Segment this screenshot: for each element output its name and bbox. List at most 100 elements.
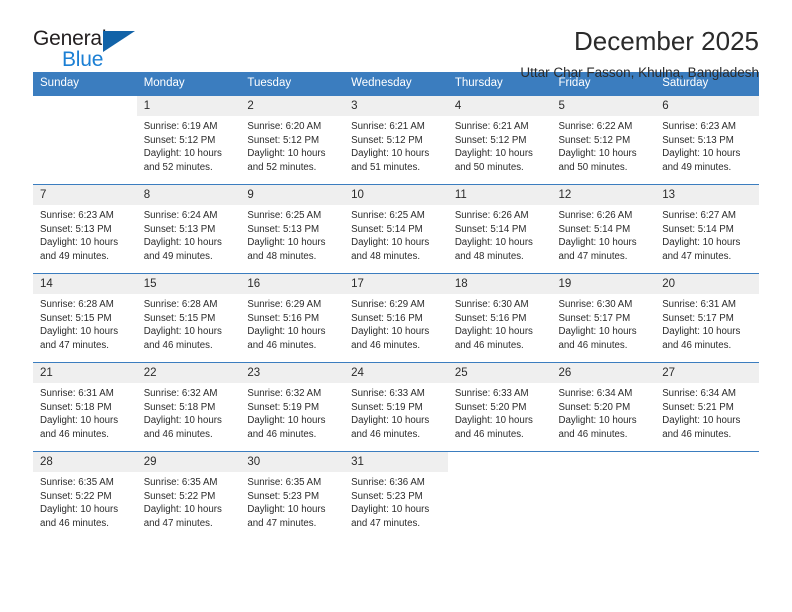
calendar-day-cell[interactable]: 26 Sunrise: 6:34 AM Sunset: 5:20 PM Dayl… <box>551 362 656 452</box>
calendar-day-cell[interactable] <box>447 451 552 540</box>
calendar-day-cell[interactable]: 23 Sunrise: 6:32 AM Sunset: 5:19 PM Dayl… <box>240 362 345 452</box>
day-number: 1 <box>136 96 241 116</box>
calendar-day-cell[interactable]: 1 Sunrise: 6:19 AM Sunset: 5:12 PM Dayli… <box>136 95 241 185</box>
day-details: Sunrise: 6:32 AM Sunset: 5:19 PM Dayligh… <box>240 383 344 441</box>
calendar-day-cell[interactable]: 13 Sunrise: 6:27 AM Sunset: 5:14 PM Dayl… <box>655 184 759 274</box>
sunset-text: Sunset: 5:19 PM <box>351 401 423 413</box>
sunset-text: Sunset: 5:12 PM <box>143 134 216 146</box>
calendar-day-cell[interactable]: 5 Sunrise: 6:22 AM Sunset: 5:12 PM Dayli… <box>551 95 656 185</box>
sunrise-text: Sunrise: 6:32 AM <box>143 388 218 399</box>
daylight-line2: and 46 minutes. <box>454 428 524 440</box>
calendar-day-cell[interactable]: 14 Sunrise: 6:28 AM Sunset: 5:15 PM Dayl… <box>33 273 137 363</box>
calendar-day-cell[interactable]: 20 Sunrise: 6:31 AM Sunset: 5:17 PM Dayl… <box>655 273 759 363</box>
calendar-day-cell[interactable]: 27 Sunrise: 6:34 AM Sunset: 5:21 PM Dayl… <box>655 362 759 452</box>
daylight-line1: Daylight: 10 hours <box>40 415 119 427</box>
daylight-line1: Daylight: 10 hours <box>662 326 741 338</box>
daylight-line2: and 50 minutes. <box>454 161 524 173</box>
sunset-text: Sunset: 5:13 PM <box>662 134 734 146</box>
daylight-line1: Daylight: 10 hours <box>143 326 222 338</box>
calendar-day-cell[interactable]: 18 Sunrise: 6:30 AM Sunset: 5:16 PM Dayl… <box>447 273 552 363</box>
calendar-day-cell[interactable]: 17 Sunrise: 6:29 AM Sunset: 5:16 PM Dayl… <box>344 273 448 363</box>
day-number: 6 <box>655 96 759 116</box>
sunset-text: Sunset: 5:13 PM <box>247 223 320 235</box>
day-number <box>33 96 137 110</box>
day-cell-content: 16 Sunrise: 6:29 AM Sunset: 5:16 PM Dayl… <box>240 274 345 362</box>
daylight-line1: Daylight: 10 hours <box>351 237 430 249</box>
daylight-line1: Daylight: 10 hours <box>351 148 430 160</box>
day-cell-content: 18 Sunrise: 6:30 AM Sunset: 5:16 PM Dayl… <box>447 274 552 362</box>
daylight-line2: and 49 minutes. <box>40 250 109 262</box>
calendar-day-cell[interactable]: 25 Sunrise: 6:33 AM Sunset: 5:20 PM Dayl… <box>447 362 552 452</box>
calendar-day-cell[interactable]: 28 Sunrise: 6:35 AM Sunset: 5:22 PM Dayl… <box>33 451 137 540</box>
day-details: Sunrise: 6:33 AM Sunset: 5:20 PM Dayligh… <box>448 383 552 441</box>
day-details: Sunrise: 6:35 AM Sunset: 5:23 PM Dayligh… <box>240 472 344 530</box>
weekday-header-tuesday: Tuesday <box>240 72 345 96</box>
day-cell-content: 11 Sunrise: 6:26 AM Sunset: 5:14 PM Dayl… <box>447 185 552 273</box>
calendar-day-cell[interactable]: 22 Sunrise: 6:32 AM Sunset: 5:18 PM Dayl… <box>136 362 241 452</box>
day-number: 13 <box>655 185 759 205</box>
sunset-text: Sunset: 5:16 PM <box>247 312 320 324</box>
daylight-line2: and 46 minutes. <box>662 428 732 440</box>
calendar-day-cell[interactable]: 7 Sunrise: 6:23 AM Sunset: 5:13 PM Dayli… <box>33 184 137 274</box>
day-number <box>655 452 759 466</box>
calendar-day-cell[interactable]: 19 Sunrise: 6:30 AM Sunset: 5:17 PM Dayl… <box>551 273 656 363</box>
sunrise-text: Sunrise: 6:30 AM <box>558 299 633 310</box>
calendar-day-cell[interactable]: 12 Sunrise: 6:26 AM Sunset: 5:14 PM Dayl… <box>551 184 656 274</box>
sunrise-text: Sunrise: 6:31 AM <box>662 299 736 310</box>
daylight-line2: and 46 minutes. <box>40 428 109 440</box>
calendar-day-cell[interactable]: 21 Sunrise: 6:31 AM Sunset: 5:18 PM Dayl… <box>33 362 137 452</box>
day-details <box>448 466 552 470</box>
day-cell-content: 8 Sunrise: 6:24 AM Sunset: 5:13 PM Dayli… <box>136 185 241 273</box>
calendar-day-cell[interactable] <box>551 451 656 540</box>
calendar-day-cell[interactable]: 10 Sunrise: 6:25 AM Sunset: 5:14 PM Dayl… <box>344 184 448 274</box>
daylight-line1: Daylight: 10 hours <box>558 148 637 160</box>
weekday-header-monday: Monday <box>136 72 241 96</box>
day-cell-content: 27 Sunrise: 6:34 AM Sunset: 5:21 PM Dayl… <box>655 363 759 451</box>
day-cell-content: 21 Sunrise: 6:31 AM Sunset: 5:18 PM Dayl… <box>33 363 137 451</box>
generalblue-logo[interactable]: General Blue <box>33 26 153 71</box>
logo-text-blue: Blue <box>62 48 104 71</box>
sunset-text: Sunset: 5:15 PM <box>40 312 112 324</box>
day-number: 30 <box>240 452 345 472</box>
calendar-day-cell[interactable]: 8 Sunrise: 6:24 AM Sunset: 5:13 PM Dayli… <box>136 184 241 274</box>
day-number: 9 <box>240 185 345 205</box>
day-details: Sunrise: 6:31 AM Sunset: 5:17 PM Dayligh… <box>655 294 759 352</box>
sunrise-text: Sunrise: 6:28 AM <box>40 299 114 310</box>
calendar-day-cell[interactable] <box>33 95 137 185</box>
weekday-header-sunday: Sunday <box>33 72 137 96</box>
daylight-line2: and 46 minutes. <box>454 339 524 351</box>
day-details: Sunrise: 6:28 AM Sunset: 5:15 PM Dayligh… <box>137 294 241 352</box>
daylight-line1: Daylight: 10 hours <box>247 504 326 516</box>
calendar-day-cell[interactable]: 29 Sunrise: 6:35 AM Sunset: 5:22 PM Dayl… <box>136 451 241 540</box>
calendar-day-cell[interactable]: 3 Sunrise: 6:21 AM Sunset: 5:12 PM Dayli… <box>344 95 448 185</box>
calendar-day-cell[interactable]: 16 Sunrise: 6:29 AM Sunset: 5:16 PM Dayl… <box>240 273 345 363</box>
day-number: 14 <box>33 274 137 294</box>
daylight-line2: and 46 minutes. <box>143 339 213 351</box>
logo-text-general: General <box>33 27 107 50</box>
calendar-day-cell[interactable]: 9 Sunrise: 6:25 AM Sunset: 5:13 PM Dayli… <box>240 184 345 274</box>
daylight-line1: Daylight: 10 hours <box>454 148 533 160</box>
day-number: 28 <box>33 452 137 472</box>
day-details: Sunrise: 6:30 AM Sunset: 5:17 PM Dayligh… <box>552 294 656 352</box>
calendar-day-cell[interactable]: 11 Sunrise: 6:26 AM Sunset: 5:14 PM Dayl… <box>447 184 552 274</box>
day-cell-content: 31 Sunrise: 6:36 AM Sunset: 5:23 PM Dayl… <box>344 452 448 540</box>
calendar-day-cell[interactable]: 15 Sunrise: 6:28 AM Sunset: 5:15 PM Dayl… <box>136 273 241 363</box>
day-number: 10 <box>344 185 448 205</box>
calendar-day-cell[interactable] <box>655 451 759 540</box>
day-details: Sunrise: 6:23 AM Sunset: 5:13 PM Dayligh… <box>33 205 137 263</box>
sunset-text: Sunset: 5:16 PM <box>454 312 527 324</box>
day-cell-content: 26 Sunrise: 6:34 AM Sunset: 5:20 PM Dayl… <box>551 363 656 451</box>
calendar-day-cell[interactable]: 2 Sunrise: 6:20 AM Sunset: 5:12 PM Dayli… <box>240 95 345 185</box>
day-number: 19 <box>551 274 656 294</box>
calendar-day-cell[interactable]: 24 Sunrise: 6:33 AM Sunset: 5:19 PM Dayl… <box>344 362 448 452</box>
day-number: 7 <box>33 185 137 205</box>
sunset-text: Sunset: 5:14 PM <box>454 223 527 235</box>
sunrise-sunset-calendar: Sunday Monday Tuesday Wednesday Thursday… <box>33 72 759 540</box>
calendar-day-cell[interactable]: 6 Sunrise: 6:23 AM Sunset: 5:13 PM Dayli… <box>655 95 759 185</box>
day-cell-content: 30 Sunrise: 6:35 AM Sunset: 5:23 PM Dayl… <box>240 452 345 540</box>
calendar-day-cell[interactable]: 30 Sunrise: 6:35 AM Sunset: 5:23 PM Dayl… <box>240 451 345 540</box>
calendar-day-cell[interactable]: 31 Sunrise: 6:36 AM Sunset: 5:23 PM Dayl… <box>344 451 448 540</box>
day-cell-content: 23 Sunrise: 6:32 AM Sunset: 5:19 PM Dayl… <box>240 363 345 451</box>
daylight-line1: Daylight: 10 hours <box>247 326 326 338</box>
calendar-day-cell[interactable]: 4 Sunrise: 6:21 AM Sunset: 5:12 PM Dayli… <box>447 95 552 185</box>
